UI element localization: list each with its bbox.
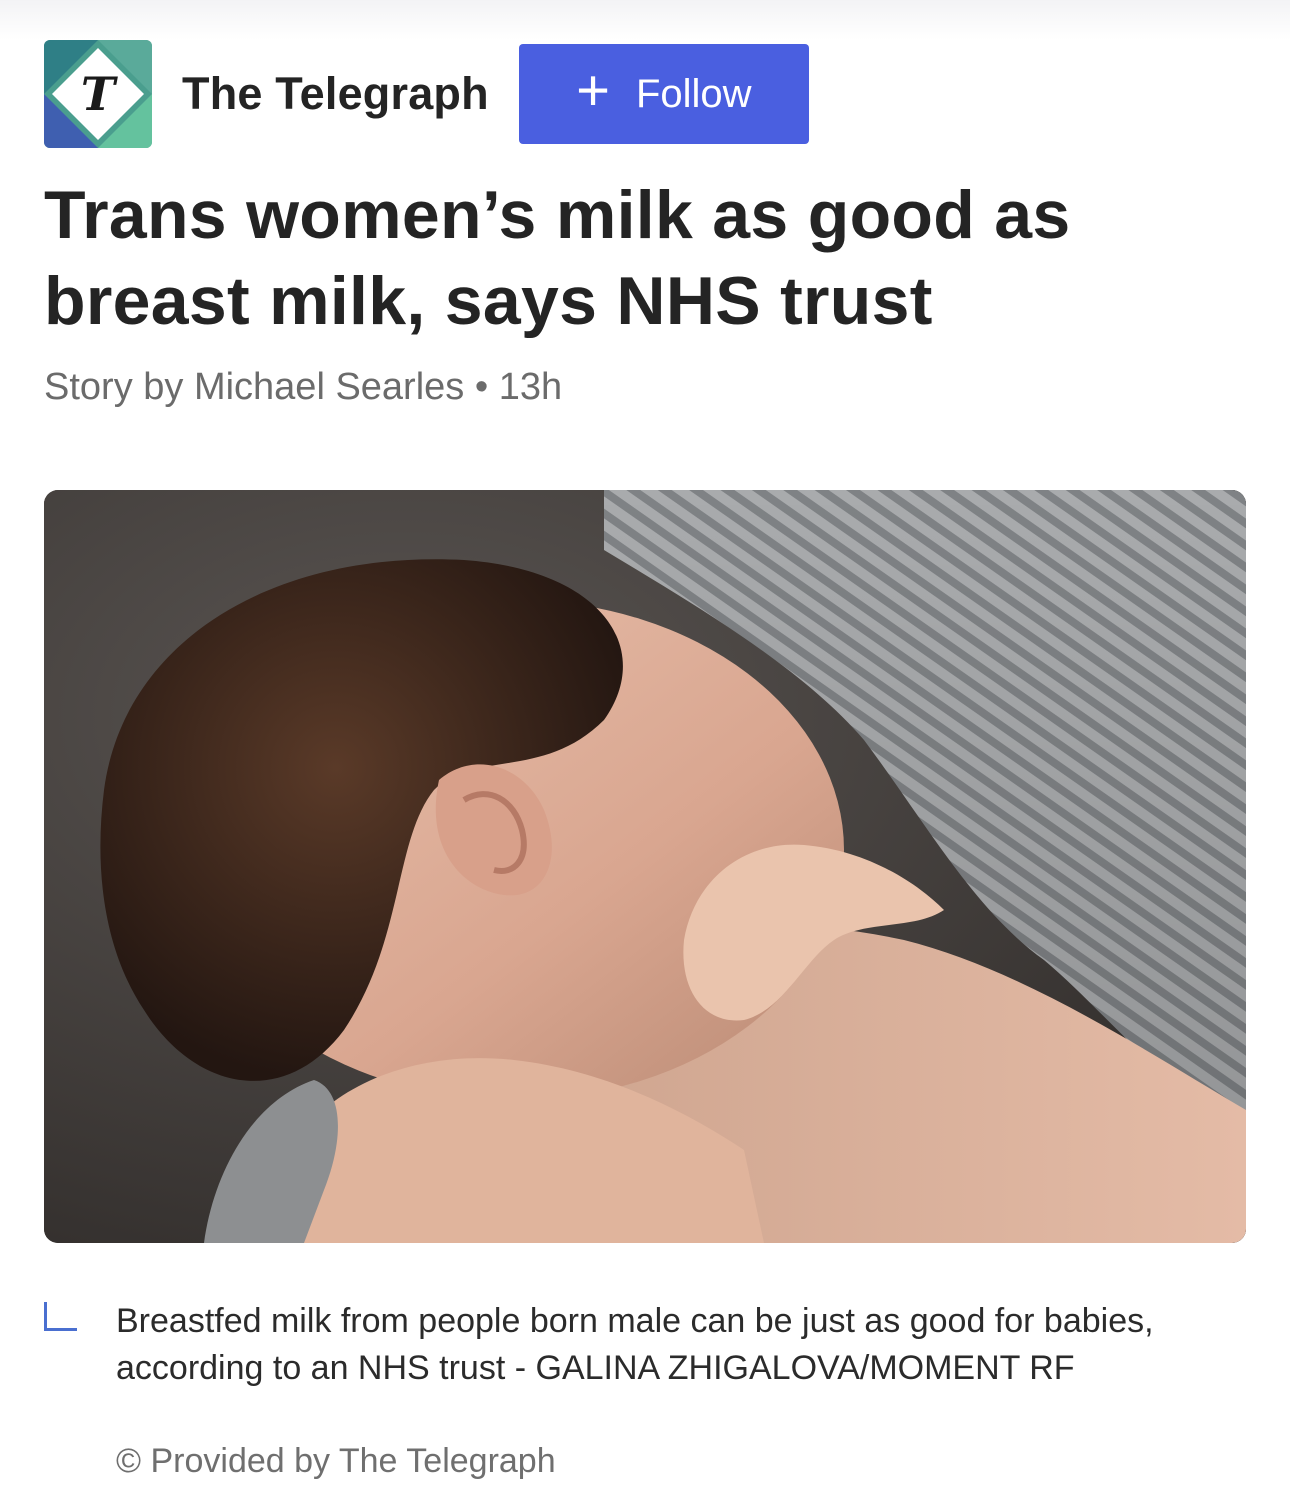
follow-label: Follow xyxy=(635,71,752,116)
plus-icon: + xyxy=(576,58,610,123)
caption-corner-icon xyxy=(44,1302,77,1331)
telegraph-logo-icon[interactable]: T xyxy=(44,40,152,148)
article-photo[interactable] xyxy=(44,490,1246,1243)
caption-text: Breastfed milk from people born male can… xyxy=(116,1302,1154,1387)
article-headline: Trans women’s milk as good as breast mil… xyxy=(44,177,1071,339)
follow-button[interactable]: + Follow xyxy=(518,44,809,144)
source-name[interactable]: The Telegraph xyxy=(182,68,489,120)
top-bar-fade xyxy=(0,0,1290,40)
svg-text:T: T xyxy=(81,67,119,121)
article-byline: Story by Michael Searles • 13h xyxy=(44,366,563,408)
provider-credit: © Provided by The Telegraph xyxy=(116,1442,556,1480)
source-header: T The Telegraph + Follow xyxy=(44,40,809,148)
